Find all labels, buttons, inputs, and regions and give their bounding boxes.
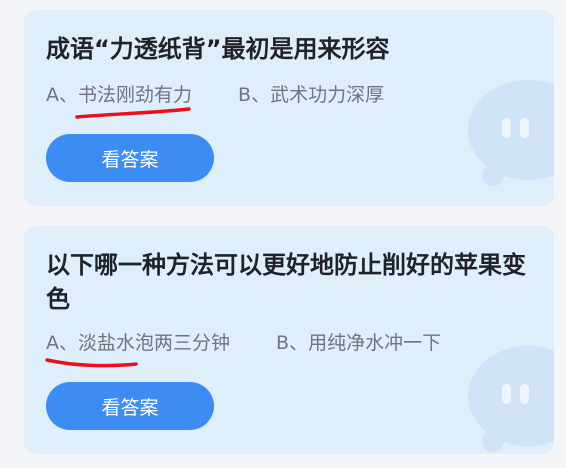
question-card-1: 成语“力透纸背”最初是用来形容 A、书法刚劲有力 B、武术功力深厚 看答案 xyxy=(24,10,554,206)
chat-bubble-icon xyxy=(468,346,554,446)
chat-bubble-icon xyxy=(468,80,554,180)
view-answer-button[interactable]: 看答案 xyxy=(46,134,214,182)
option-b: B、武术功力深厚 xyxy=(238,84,385,106)
answer-options: A、淡盐水泡两三分钟 B、用纯净水冲一下 xyxy=(46,328,441,355)
option-a: A、淡盐水泡两三分钟 xyxy=(46,332,230,354)
red-underline-mark xyxy=(75,107,191,119)
option-b: B、用纯净水冲一下 xyxy=(276,332,442,354)
option-a: A、书法刚劲有力 xyxy=(46,84,192,106)
question-text: 以下哪一种方法可以更好地防止削好的苹果变色 xyxy=(46,251,526,313)
question-text: 成语“力透纸背”最初是用来形容 xyxy=(46,35,390,63)
answer-options: A、书法刚劲有力 B、武术功力深厚 xyxy=(46,80,384,107)
red-underline-mark xyxy=(45,358,138,368)
question-card-2: 以下哪一种方法可以更好地防止削好的苹果变色 A、淡盐水泡两三分钟 B、用纯净水冲… xyxy=(24,226,554,454)
view-answer-button[interactable]: 看答案 xyxy=(46,382,214,430)
